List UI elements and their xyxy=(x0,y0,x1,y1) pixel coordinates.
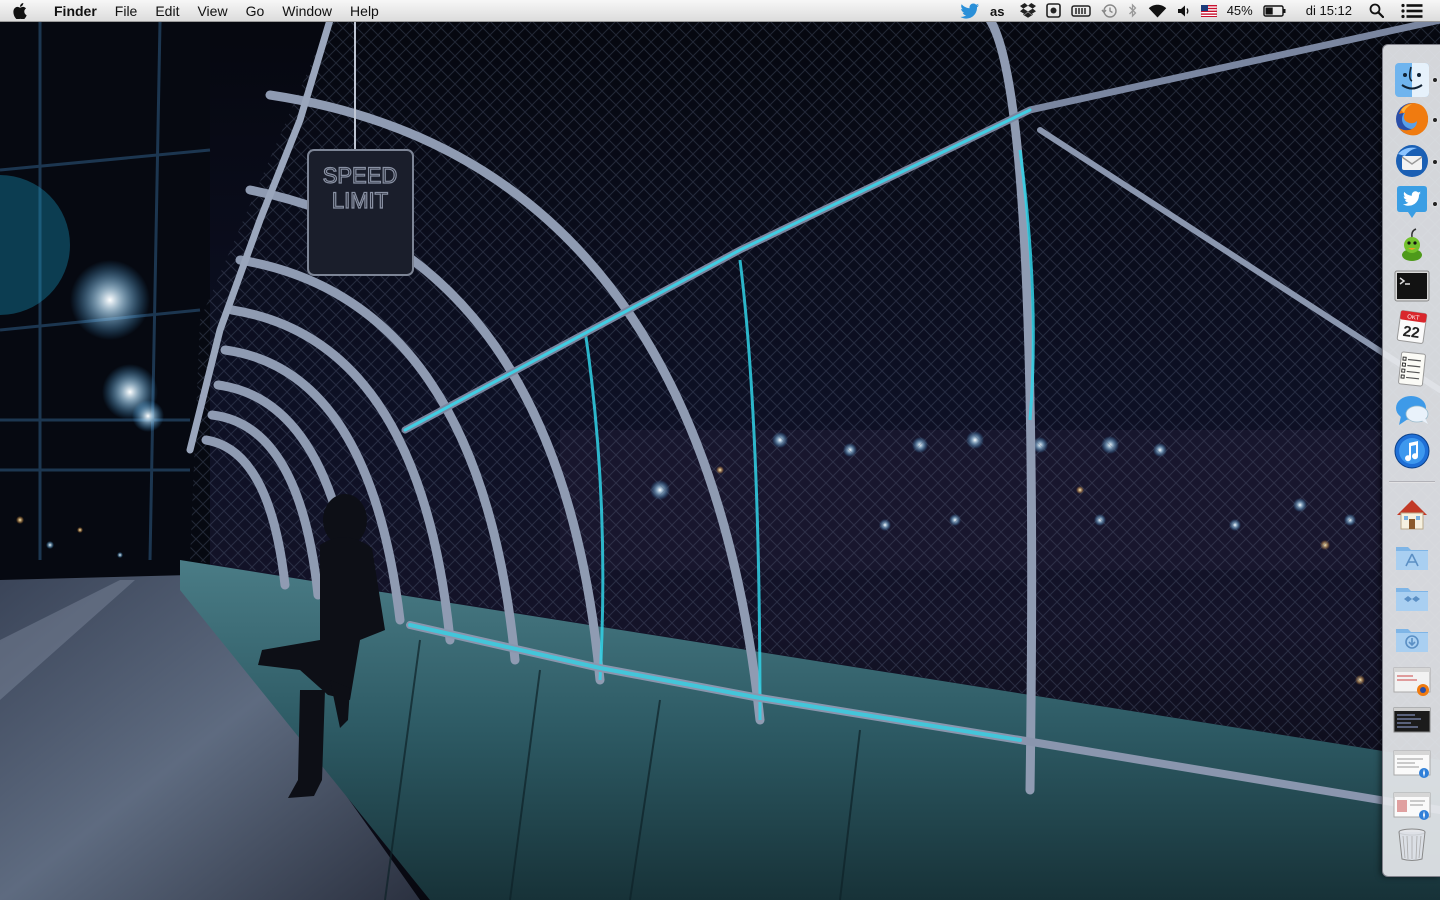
screen-capture-icon[interactable] xyxy=(1045,0,1061,22)
dock: OKT 22 xyxy=(1382,44,1440,877)
dock-trash-icon[interactable] xyxy=(1393,825,1431,863)
dock-messages-icon[interactable] xyxy=(1393,392,1431,430)
sign-line2: LIMIT xyxy=(332,188,388,213)
twitter-menu-icon[interactable] xyxy=(960,0,980,22)
dock-finder-running-indicator xyxy=(1433,78,1437,82)
battery-fill-level xyxy=(1265,7,1273,14)
dock-separator xyxy=(1389,481,1435,483)
sign-line1: SPEED xyxy=(323,163,398,188)
app-menu-finder[interactable]: Finder xyxy=(40,0,106,22)
apple-menu-icon[interactable] xyxy=(0,0,40,22)
battery-percent[interactable]: 45% xyxy=(1227,0,1253,22)
menu-window[interactable]: Window xyxy=(273,0,341,22)
calendar-day: 22 xyxy=(1402,323,1421,342)
menu-view[interactable]: View xyxy=(188,0,236,22)
menu-help[interactable]: Help xyxy=(341,0,388,22)
dock-minimized-safari-window-icon[interactable] xyxy=(1393,745,1431,783)
dock-thunderbird-running-indicator xyxy=(1433,160,1437,164)
dock-twitter-icon[interactable] xyxy=(1393,183,1431,221)
notification-center-icon[interactable] xyxy=(1401,0,1423,22)
desktop-wallpaper: SPEED LIMIT xyxy=(0,0,1440,900)
dock-finder-icon[interactable] xyxy=(1393,61,1431,99)
time-machine-icon[interactable] xyxy=(1101,0,1118,22)
menu-clock[interactable]: di 15:12 xyxy=(1306,0,1352,22)
lastfm-icon[interactable]: as xyxy=(990,0,1010,22)
dock-twitter-running-indicator xyxy=(1433,202,1437,206)
dock-minimized-firefox-window-icon[interactable] xyxy=(1393,662,1431,700)
wifi-icon[interactable] xyxy=(1148,0,1167,22)
dock-itunes-icon[interactable] xyxy=(1393,432,1431,470)
dock-calendar-icon[interactable]: OKT 22 xyxy=(1393,308,1431,346)
battery-icon[interactable] xyxy=(1263,0,1287,22)
dock-adium-icon[interactable] xyxy=(1393,225,1431,263)
svg-text:as: as xyxy=(990,4,1004,18)
bluetooth-icon[interactable] xyxy=(1128,0,1138,22)
menu-edit[interactable]: Edit xyxy=(146,0,188,22)
dropbox-icon[interactable] xyxy=(1019,0,1036,22)
dock-home-folder-icon[interactable] xyxy=(1393,495,1431,533)
memory-meter-icon[interactable] xyxy=(1070,0,1091,22)
dock-applications-folder-icon[interactable] xyxy=(1393,537,1431,575)
menu-bar: Finder File Edit View Go Window Help as xyxy=(0,0,1440,22)
volume-icon[interactable] xyxy=(1177,0,1191,22)
dock-downloads-folder-icon[interactable] xyxy=(1393,619,1431,657)
dock-reminders-icon[interactable] xyxy=(1393,350,1431,388)
dock-dropbox-folder-icon[interactable] xyxy=(1393,578,1431,616)
input-source-us-flag-icon[interactable] xyxy=(1200,0,1217,22)
dock-thunderbird-icon[interactable] xyxy=(1393,142,1431,180)
menu-go[interactable]: Go xyxy=(237,0,274,22)
menu-file[interactable]: File xyxy=(106,0,147,22)
dock-firefox-icon[interactable] xyxy=(1393,100,1431,138)
dock-terminal-icon[interactable] xyxy=(1393,267,1431,305)
dock-firefox-running-indicator xyxy=(1433,118,1437,122)
spotlight-search-icon[interactable] xyxy=(1369,0,1384,22)
dock-minimized-terminal-window-icon[interactable] xyxy=(1393,702,1431,740)
dock-minimized-safari-window-2-icon[interactable] xyxy=(1393,787,1431,825)
